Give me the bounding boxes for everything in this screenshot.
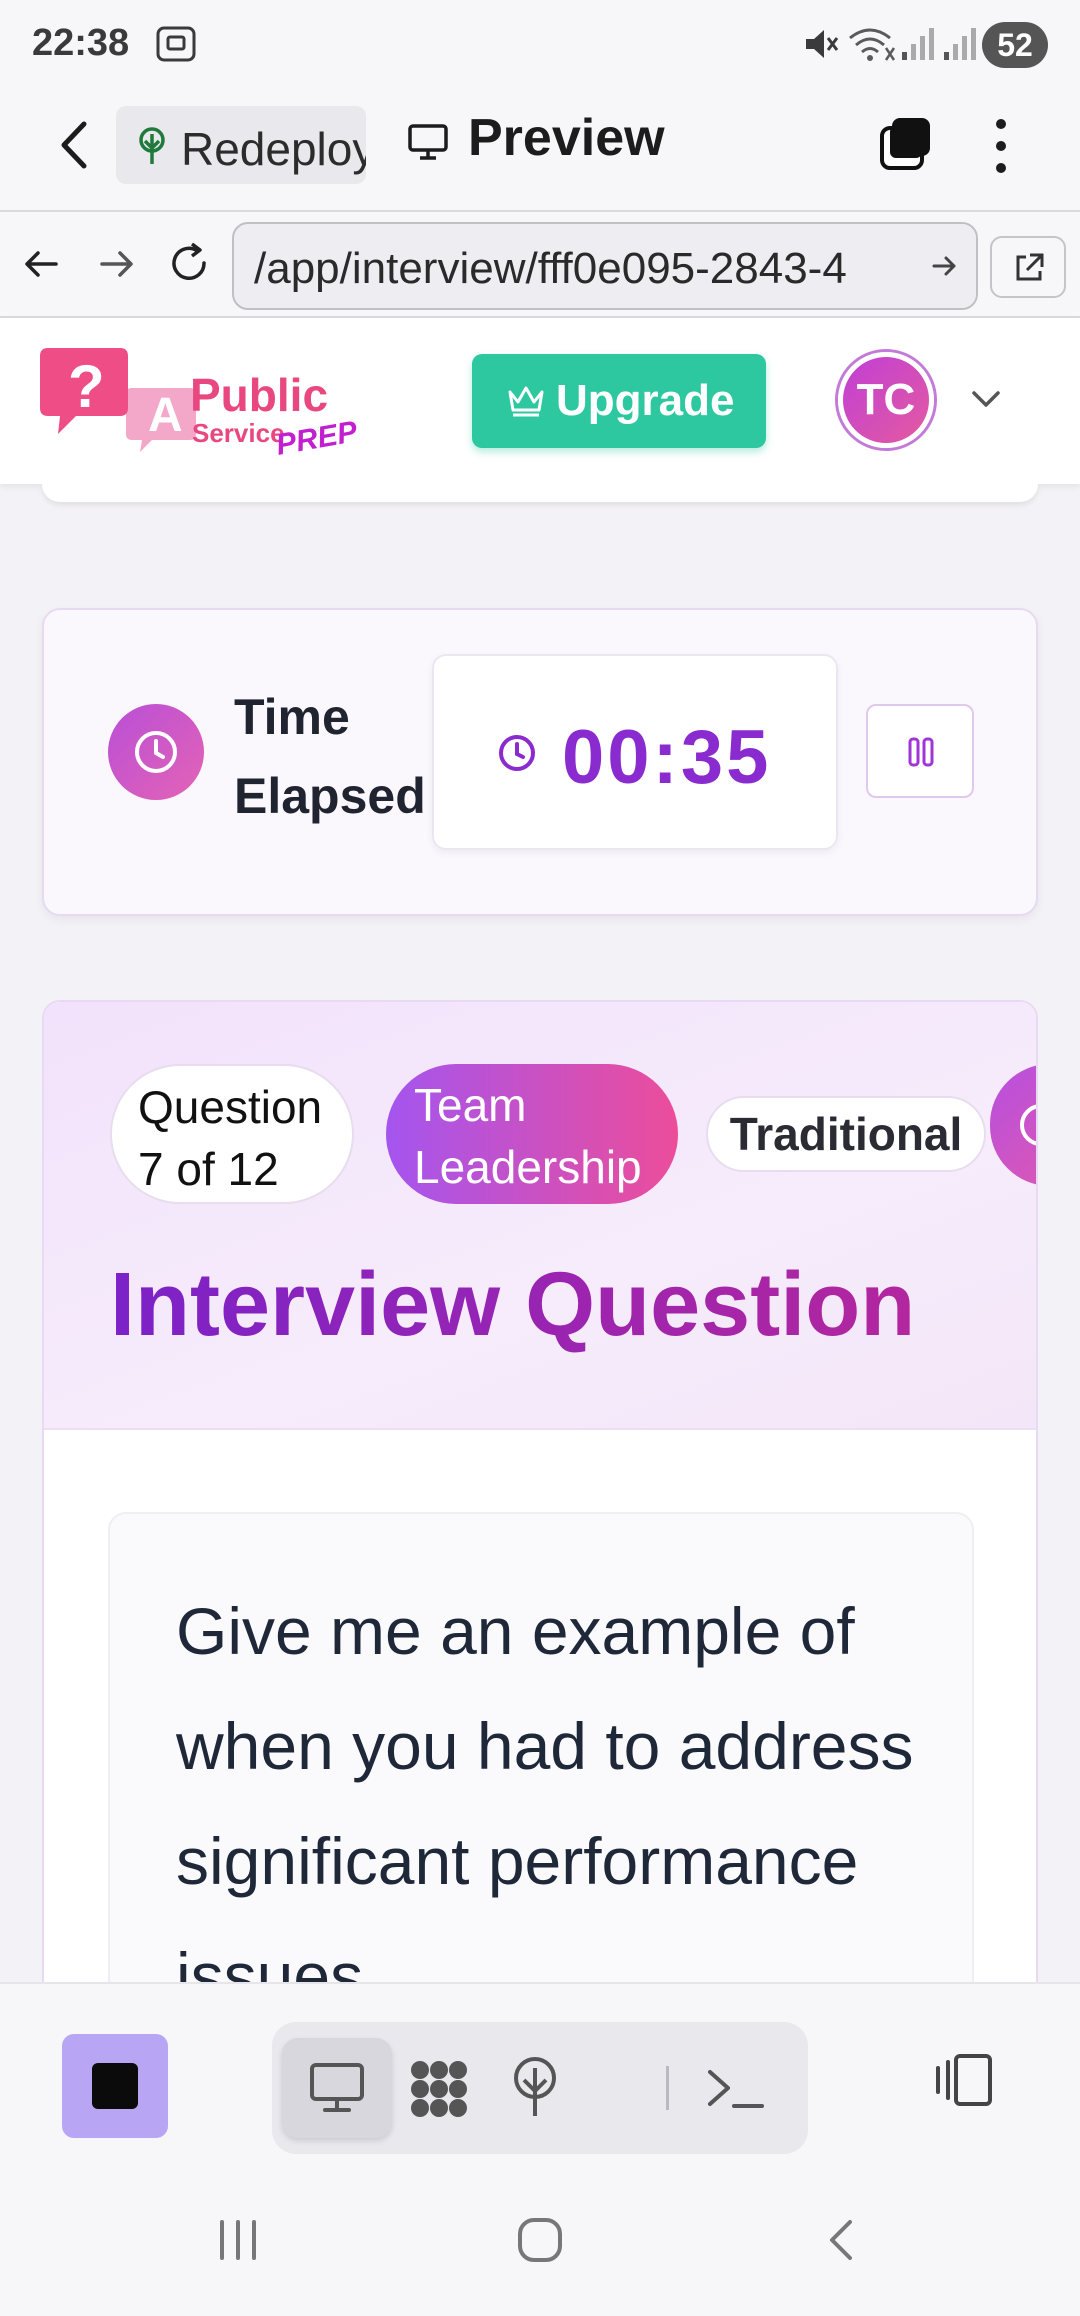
deploy-icon xyxy=(514,2057,556,2116)
repl-name-chip[interactable]: Redeploy xyxy=(116,106,366,184)
mute-icon xyxy=(806,30,839,58)
logo-word-public: Public xyxy=(190,369,329,421)
avatar-initials: TC xyxy=(856,375,916,424)
more-vertical-icon[interactable] xyxy=(984,114,1018,178)
panel-toggle-icon[interactable] xyxy=(930,2050,996,2110)
url-bar: /app/interview/fff0e095-2843-4 xyxy=(0,210,1080,318)
url-text: /app/interview/fff0e095-2843-4 xyxy=(254,244,847,293)
upgrade-label: Upgrade xyxy=(556,376,735,425)
tabs-icon[interactable] xyxy=(876,112,936,172)
question-card: Question 7 of 12 Team Leadership Traditi… xyxy=(42,1000,1038,1982)
desktop-preview-button[interactable] xyxy=(282,2038,392,2138)
pause-button[interactable] xyxy=(866,704,974,798)
question-counter-badge: Question 7 of 12 xyxy=(110,1064,354,1204)
nav-back-icon[interactable] xyxy=(20,242,64,286)
nav-forward-icon[interactable] xyxy=(94,242,138,286)
status-bar: 22:38 52 xyxy=(0,0,1080,80)
question-text: Give me an example of when you had to ad… xyxy=(176,1594,914,1982)
back-arrow-icon[interactable] xyxy=(50,110,100,180)
clock-icon xyxy=(1020,1104,1036,1146)
wifi-icon xyxy=(849,28,896,61)
replit-bottom-toolbar xyxy=(0,1982,1080,2182)
stop-button[interactable] xyxy=(62,2034,168,2138)
shell-button[interactable] xyxy=(682,2038,792,2138)
screenshot-icon xyxy=(156,26,196,62)
logo-badge-a: A xyxy=(148,389,183,442)
shell-icon xyxy=(708,2070,764,2108)
desktop-preview-icon xyxy=(310,2063,364,2112)
monitor-icon xyxy=(408,124,448,160)
timer-icon-badge xyxy=(108,704,204,800)
upgrade-button[interactable]: Upgrade xyxy=(472,354,766,448)
logo-word-service: Service xyxy=(192,418,285,448)
signal-icon xyxy=(944,28,976,60)
signal-icon xyxy=(902,28,934,60)
timer-value: 00:35 xyxy=(562,715,772,800)
url-input[interactable]: /app/interview/fff0e095-2843-4 xyxy=(232,222,978,310)
tool-switcher xyxy=(272,2022,808,2154)
question-tip-badge[interactable] xyxy=(990,1064,1036,1186)
battery-level: 52 xyxy=(997,27,1033,63)
clock-icon xyxy=(135,731,177,773)
pause-icon xyxy=(908,737,934,767)
workspace-grid-icon xyxy=(411,2061,467,2117)
stop-icon xyxy=(92,2063,138,2109)
deploy-button[interactable] xyxy=(480,2038,590,2138)
category-badge: Team Leadership xyxy=(386,1064,678,1204)
avatar[interactable]: TC xyxy=(838,352,934,448)
open-external-button[interactable] xyxy=(990,236,1066,298)
logo-word-prep: PREP xyxy=(273,415,360,462)
previous-card-edge xyxy=(42,484,1038,502)
repl-name: Redeploy xyxy=(181,123,366,175)
crown-icon xyxy=(508,386,544,417)
system-nav-bar xyxy=(0,2168,1080,2316)
logo-badge-q: ? xyxy=(68,353,105,420)
question-text-card: Give me an example of when you had to ad… xyxy=(108,1512,974,1982)
question-header: Question 7 of 12 Team Leadership Traditi… xyxy=(44,1002,1036,1430)
site-logo[interactable]: ? A Public Service PREP xyxy=(40,348,360,462)
site-header: ? A Public Service PREP Upgrade TC xyxy=(0,318,1080,484)
recents-icon[interactable] xyxy=(212,2214,264,2266)
main-content[interactable]: Time Elapsed 00:35 Question 7 of 12 Team… xyxy=(0,484,1080,1982)
question-type-badge: Traditional xyxy=(706,1096,986,1172)
go-arrow-icon[interactable] xyxy=(930,250,960,282)
question-heading: Interview Question xyxy=(110,1255,916,1355)
clock-icon xyxy=(499,735,535,771)
open-external-icon xyxy=(1016,253,1044,281)
deploy-tree-icon xyxy=(139,127,165,164)
chevron-down-icon[interactable] xyxy=(966,384,1006,414)
tab-title: Preview xyxy=(468,109,665,167)
replit-app-bar: Redeploy Preview xyxy=(0,80,1080,210)
status-time: 22:38 xyxy=(32,22,130,64)
toolbar-divider xyxy=(666,2066,669,2110)
back-icon[interactable] xyxy=(820,2214,864,2266)
workspace-button[interactable] xyxy=(384,2038,494,2138)
app-frame: 22:38 52 Redeploy Preview /app/interview… xyxy=(0,0,1080,2316)
timer-label: Time Elapsed xyxy=(234,689,426,824)
reload-icon[interactable] xyxy=(166,240,212,286)
home-icon[interactable] xyxy=(514,2212,566,2268)
battery-indicator: 52 xyxy=(982,22,1048,68)
timer-display: 00:35 xyxy=(432,654,838,850)
timer-card: Time Elapsed 00:35 xyxy=(42,608,1038,916)
